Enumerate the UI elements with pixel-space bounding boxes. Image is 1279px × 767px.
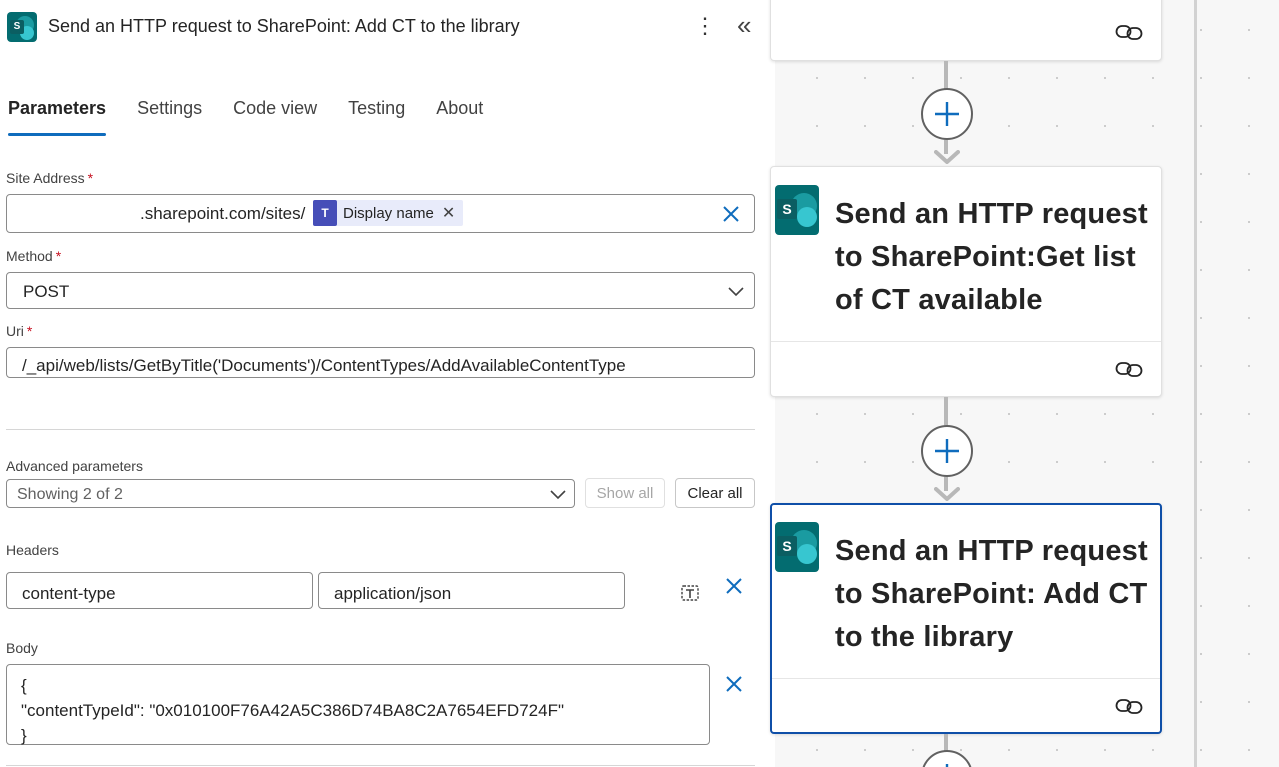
tab-testing[interactable]: Testing bbox=[348, 98, 405, 136]
flow-card[interactable]: S Send an HTTP request to SharePoint:Get… bbox=[770, 166, 1162, 397]
close-icon[interactable] bbox=[719, 202, 743, 226]
header-value-value: application/json bbox=[334, 584, 452, 603]
method-label: Method * bbox=[6, 248, 62, 264]
method-value: POST bbox=[23, 282, 70, 301]
body-label: Body bbox=[6, 640, 38, 656]
sharepoint-icon: S bbox=[775, 522, 819, 572]
show-all-button[interactable]: Show all bbox=[585, 478, 665, 508]
uri-input[interactable]: /_api/web/lists/GetByTitle('Documents')/… bbox=[6, 347, 755, 378]
plus-icon[interactable] bbox=[921, 88, 973, 140]
site-address-input[interactable]: .sharepoint.com/sites/ T Display name ✕ bbox=[6, 194, 755, 233]
body-input[interactable]: { "contentTypeId": "0x010100F76A42A5C386… bbox=[6, 664, 710, 745]
body-line-2: "contentTypeId": "0x010100F76A42A5C386D7… bbox=[21, 701, 564, 720]
connector-line bbox=[944, 397, 948, 425]
clear-all-button[interactable]: Clear all bbox=[675, 478, 755, 508]
flow-card[interactable] bbox=[770, 0, 1162, 61]
action-details-panel: S Send an HTTP request to SharePoint: Ad… bbox=[0, 0, 775, 767]
canvas-scrollbar[interactable] bbox=[1194, 0, 1197, 767]
link-icon[interactable] bbox=[1115, 359, 1143, 379]
sharepoint-icon: S bbox=[775, 185, 819, 235]
advanced-parameters-label: Advanced parameters bbox=[6, 458, 143, 474]
insert-expression-icon[interactable] bbox=[679, 581, 701, 603]
collapse-icon[interactable]: « bbox=[737, 12, 761, 40]
advanced-parameters-dropdown[interactable]: Showing 2 of 2 bbox=[6, 479, 575, 508]
section-divider bbox=[6, 765, 755, 766]
headers-label: Headers bbox=[6, 542, 59, 558]
tab-code-view[interactable]: Code view bbox=[233, 98, 317, 136]
site-address-value: .sharepoint.com/sites/ bbox=[140, 204, 306, 223]
method-select[interactable]: POST bbox=[6, 272, 755, 309]
body-line-3: } bbox=[21, 726, 27, 745]
more-icon[interactable]: ⋮ bbox=[694, 14, 716, 40]
close-icon[interactable] bbox=[722, 574, 746, 598]
advanced-parameters-value: Showing 2 of 2 bbox=[17, 486, 123, 503]
card-divider bbox=[772, 678, 1160, 679]
card-title: Send an HTTP request to SharePoint: Add … bbox=[835, 535, 1148, 653]
tab-parameters[interactable]: Parameters bbox=[8, 98, 107, 136]
link-icon[interactable] bbox=[1115, 22, 1143, 42]
card-title: Send an HTTP request to SharePoint:Get l… bbox=[835, 198, 1148, 316]
dynamic-content-token[interactable]: T Display name ✕ bbox=[313, 200, 464, 226]
token-remove-icon[interactable]: ✕ bbox=[442, 203, 455, 223]
arrow-down-icon bbox=[934, 150, 960, 164]
section-divider bbox=[6, 429, 755, 430]
chevron-down-icon bbox=[727, 282, 745, 300]
plus-icon[interactable] bbox=[921, 425, 973, 477]
token-label: Display name bbox=[343, 204, 434, 222]
flow-card-selected[interactable]: S Send an HTTP request to SharePoint: Ad… bbox=[770, 503, 1162, 734]
link-icon[interactable] bbox=[1115, 696, 1143, 716]
chevron-down-icon bbox=[549, 485, 567, 503]
header-key-input[interactable]: content-type bbox=[6, 572, 313, 609]
site-address-label: Site Address * bbox=[6, 170, 94, 186]
card-divider bbox=[771, 341, 1161, 342]
sharepoint-icon: S bbox=[7, 12, 37, 42]
body-line-1: { bbox=[21, 676, 27, 695]
connector-line bbox=[944, 61, 948, 89]
tab-settings[interactable]: Settings bbox=[137, 98, 202, 136]
uri-value: /_api/web/lists/GetByTitle('Documents')/… bbox=[22, 356, 626, 375]
close-icon[interactable] bbox=[722, 672, 746, 696]
teams-icon: T bbox=[313, 200, 337, 226]
header-key-value: content-type bbox=[22, 584, 116, 603]
tab-about[interactable]: About bbox=[436, 98, 483, 136]
tab-bar: Parameters Settings Code view Testing Ab… bbox=[8, 98, 514, 138]
header-value-input[interactable]: application/json bbox=[318, 572, 625, 609]
panel-title: Send an HTTP request to SharePoint: Add … bbox=[48, 16, 520, 36]
uri-label: Uri * bbox=[6, 323, 33, 339]
arrow-down-icon bbox=[934, 487, 960, 501]
